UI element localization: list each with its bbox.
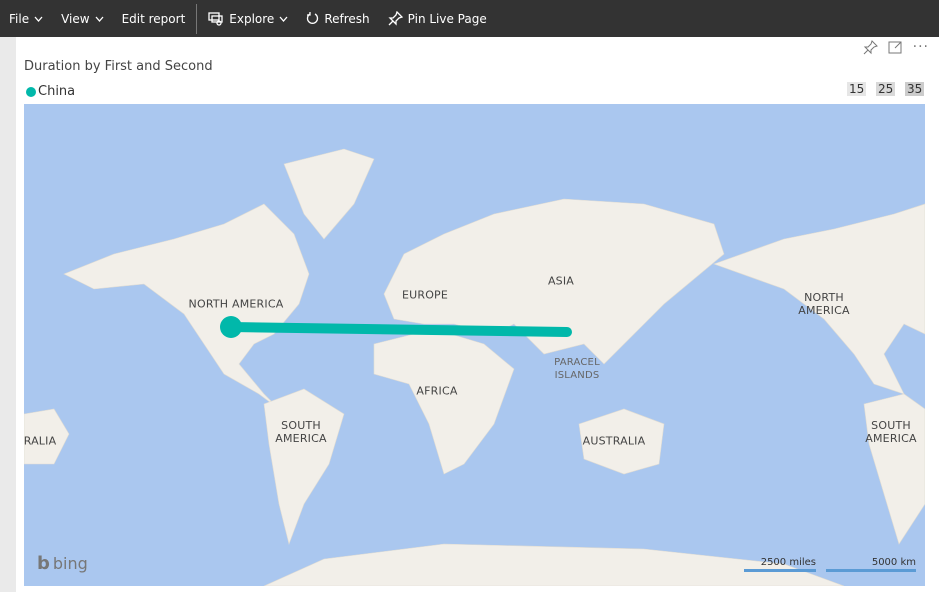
visual-header-icons: ··· (863, 39, 929, 55)
more-options-icon[interactable]: ··· (913, 39, 929, 55)
chevron-down-icon (279, 16, 288, 22)
route-line[interactable] (226, 322, 572, 337)
refresh-label: Refresh (324, 11, 370, 26)
toolbar: File View Edit report Explore Refresh Pi… (0, 0, 939, 37)
view-menu[interactable]: View (52, 0, 112, 37)
focus-mode-icon[interactable] (888, 40, 903, 54)
divider (196, 3, 198, 34)
legend: China (26, 84, 75, 99)
label-north-america-east: NORTH AMERICA (798, 291, 850, 317)
explore-label: Explore (229, 11, 275, 26)
file-label: File (9, 11, 30, 26)
legend-dot-icon (26, 86, 36, 97)
file-menu[interactable]: File (0, 0, 52, 37)
label-africa: AFRICA (416, 384, 458, 398)
label-australia-partial: RALIA (24, 434, 57, 448)
pin-icon (388, 11, 403, 26)
explore-menu[interactable]: Explore (199, 0, 297, 37)
label-paracel-islands: PARACEL ISLANDS (554, 357, 600, 381)
visual-title: Duration by First and Second (24, 59, 213, 74)
refresh-button[interactable]: Refresh (297, 0, 378, 37)
chevron-down-icon (95, 16, 104, 22)
refresh-icon (307, 12, 319, 24)
chevron-down-icon (34, 16, 43, 22)
scale-km: 5000 km (826, 557, 916, 572)
explore-icon (208, 11, 223, 26)
legend-item-china[interactable]: China (38, 84, 75, 99)
size-scale-25: 25 (876, 82, 896, 96)
label-australia: AUSTRALIA (582, 434, 646, 448)
size-scale-35: 35 (905, 82, 925, 96)
pin-live-page-button[interactable]: Pin Live Page (379, 0, 496, 37)
size-scale-15: 15 (847, 82, 867, 96)
route-layer (220, 316, 572, 338)
route-origin-point[interactable] (220, 316, 242, 338)
label-north-america: NORTH AMERICA (188, 297, 284, 311)
label-south-america-east: SOUTH AMERICA (865, 419, 917, 445)
scale-miles: 2500 miles (744, 557, 816, 572)
view-label: View (61, 11, 90, 26)
label-south-america: SOUTH AMERICA (275, 419, 327, 445)
bing-logo: b bing (37, 553, 88, 574)
pin-visual-icon[interactable] (863, 39, 878, 55)
edit-report-label: Edit report (121, 11, 186, 26)
map-canvas[interactable]: NORTH AMERICA EUROPE ASIA AFRICA SOUTH A… (24, 104, 925, 586)
map-visual: ··· Duration by First and Second China 1… (16, 37, 939, 592)
pin-live-page-label: Pin Live Page (407, 11, 487, 26)
edit-report-button[interactable]: Edit report (113, 0, 195, 37)
label-asia: ASIA (547, 274, 575, 288)
label-europe: EUROPE (401, 288, 449, 302)
bing-label: bing (52, 554, 88, 573)
